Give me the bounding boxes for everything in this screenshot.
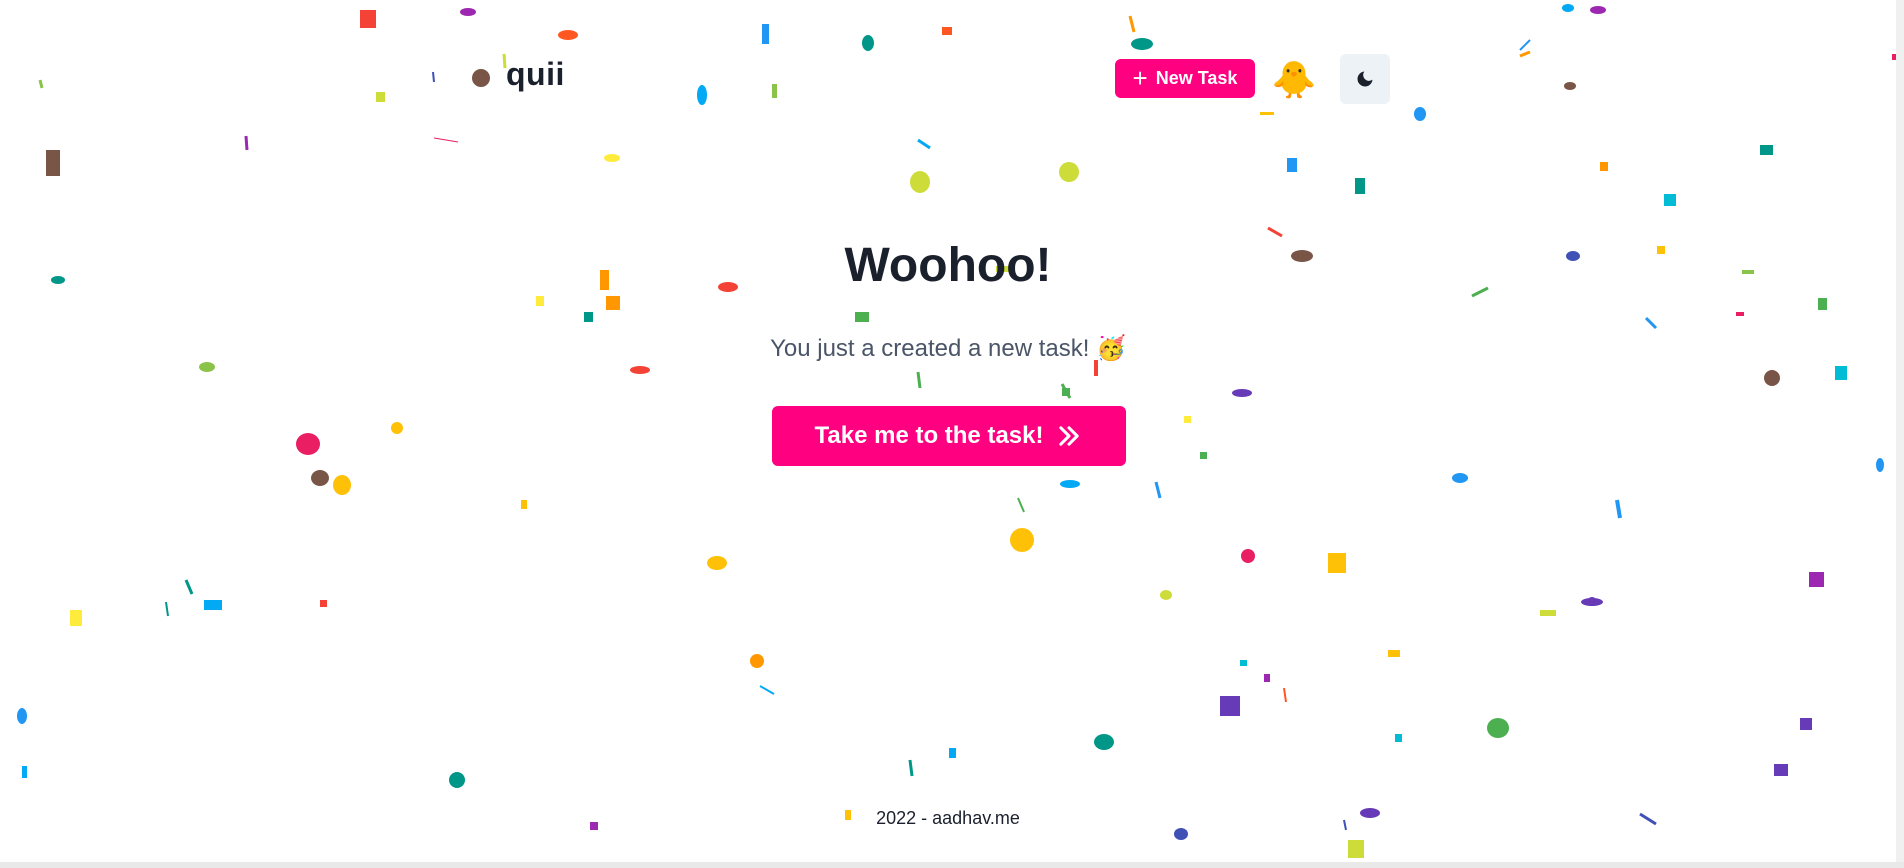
double-chevron-right-icon — [1059, 426, 1080, 446]
avatar[interactable]: 🐥 — [1270, 56, 1318, 104]
moon-icon — [1357, 71, 1373, 87]
success-message: You just a created a new task! 🥳 — [770, 335, 1126, 362]
success-panel: Woohoo! You just a created a new task! 🥳… — [0, 220, 1896, 480]
go-to-task-label: Take me to the task! — [814, 422, 1044, 449]
new-task-label: New Task — [1155, 68, 1238, 88]
new-task-button[interactable]: + New Task — [1115, 59, 1255, 98]
go-to-task-button[interactable]: Take me to the task! — [772, 406, 1126, 466]
plus-icon: + — [1132, 62, 1148, 93]
page: quii + New Task 🐥 Woohoo! You just a cre… — [0, 0, 1896, 862]
brand-logo[interactable]: quii — [506, 56, 565, 93]
theme-toggle-button[interactable] — [1340, 54, 1390, 104]
window-bottom-edge — [0, 862, 1904, 868]
page-title: Woohoo! — [844, 239, 1052, 292]
app-header: quii + New Task 🐥 — [0, 0, 1896, 160]
footer-credit[interactable]: 2022 - aadhav.me — [0, 808, 1896, 829]
scrollbar-track — [1896, 0, 1904, 868]
